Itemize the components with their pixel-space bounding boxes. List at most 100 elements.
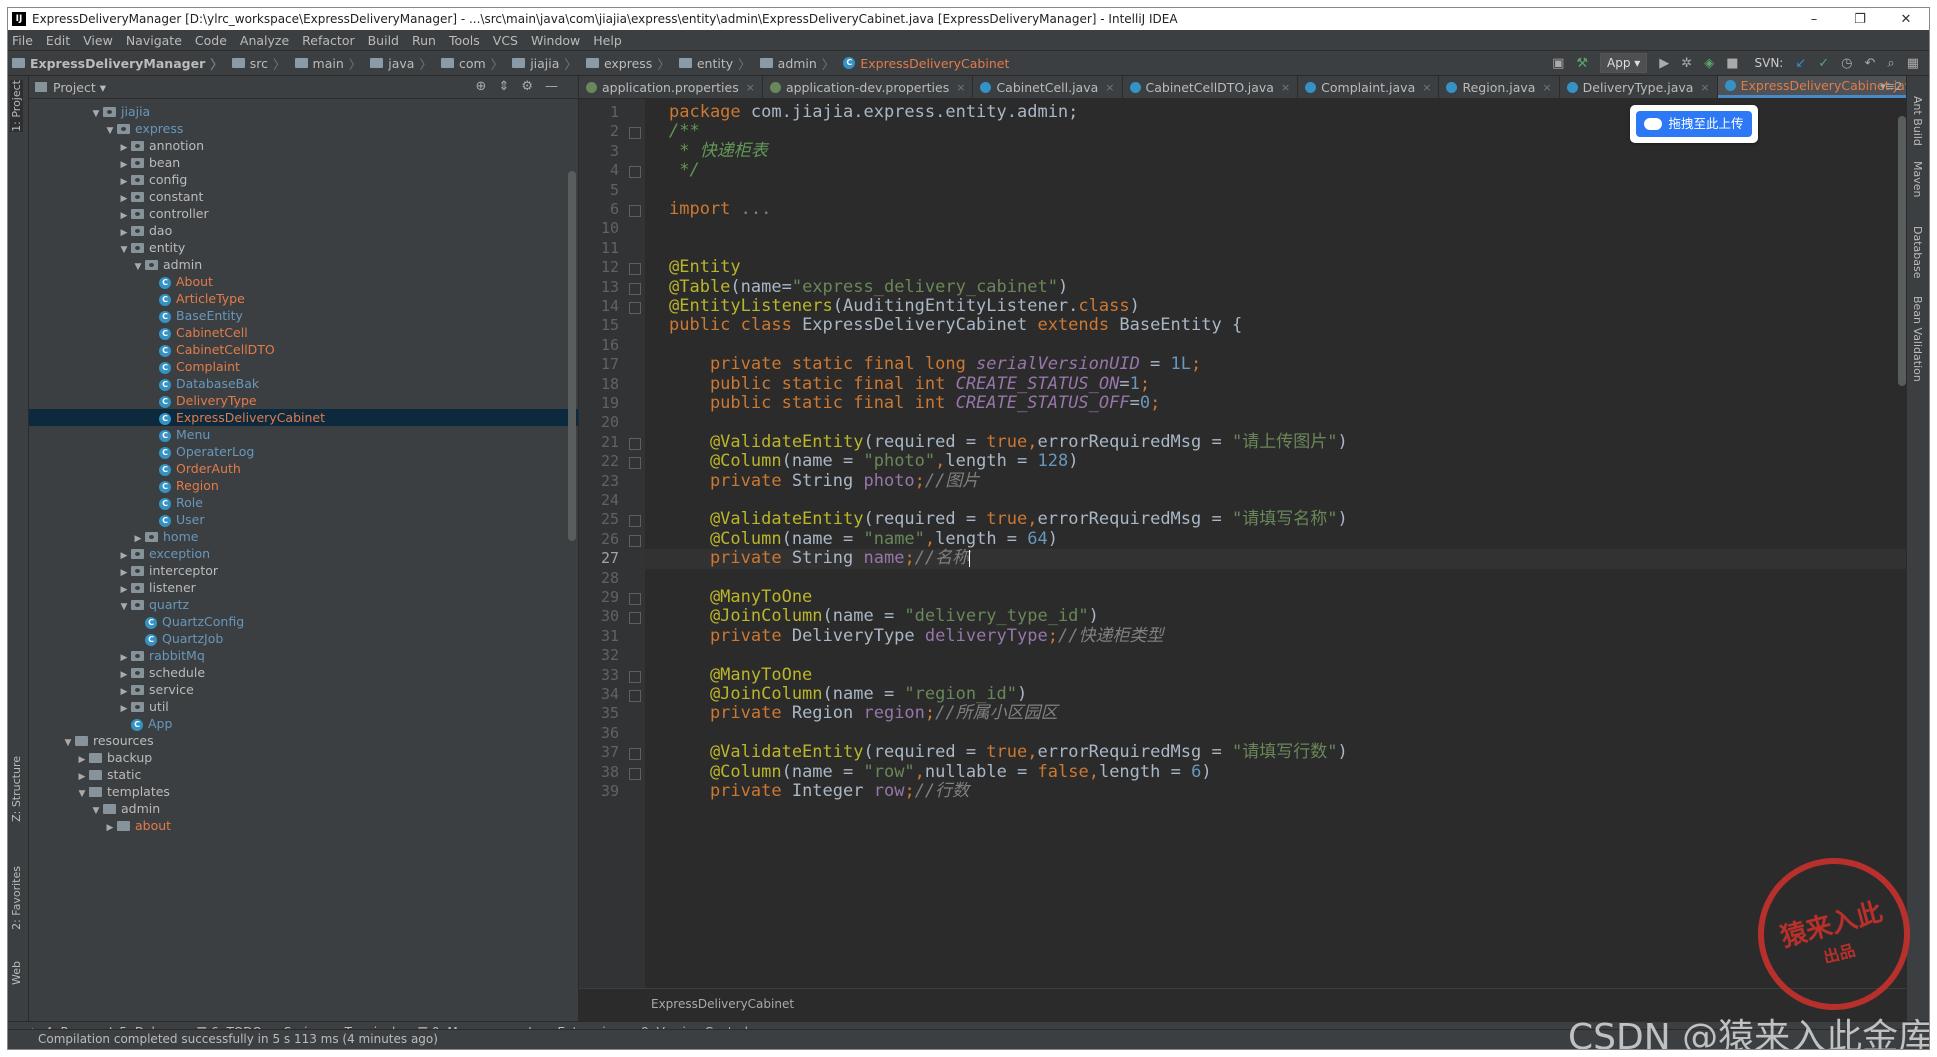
fold-marker-icon[interactable] bbox=[629, 612, 641, 625]
fold-marker-icon[interactable] bbox=[629, 282, 641, 295]
close-tab-icon[interactable]: × bbox=[956, 81, 965, 94]
tree-node[interactable]: C DeliveryType bbox=[29, 392, 578, 409]
menu-item-code[interactable]: Code bbox=[195, 33, 227, 48]
tree-node[interactable]: ▶ controller bbox=[29, 205, 578, 222]
revert-icon[interactable]: ↶ bbox=[1865, 56, 1876, 71]
bean-validation-tab[interactable]: Bean Validation bbox=[1911, 296, 1924, 382]
code-line[interactable]: private String photo;//图片 bbox=[669, 471, 979, 491]
tree-node[interactable]: C OrderAuth bbox=[29, 460, 578, 477]
menu-item-help[interactable]: Help bbox=[593, 33, 622, 48]
tree-node[interactable]: ▶ exception bbox=[29, 545, 578, 562]
tree-node[interactable]: C OperaterLog bbox=[29, 443, 578, 460]
menu-item-file[interactable]: File bbox=[12, 33, 33, 48]
menu-item-build[interactable]: Build bbox=[368, 33, 399, 48]
breadcrumb-item[interactable]: express 〉 bbox=[585, 54, 675, 73]
favorites-tool-tab[interactable]: 2: Favorites bbox=[10, 866, 23, 930]
fold-marker-icon[interactable] bbox=[629, 166, 641, 179]
tree-node[interactable]: ▼ express bbox=[29, 120, 578, 137]
code-line[interactable]: @JoinColumn(name = "region_id") bbox=[669, 684, 1027, 704]
tree-node[interactable]: C ArticleType bbox=[29, 290, 578, 307]
menu-item-vcs[interactable]: VCS bbox=[493, 33, 518, 48]
fold-marker-icon[interactable] bbox=[629, 515, 641, 528]
tree-node[interactable]: ▶ schedule bbox=[29, 664, 578, 681]
close-tab-icon[interactable]: × bbox=[1281, 81, 1290, 94]
menu-item-run[interactable]: Run bbox=[412, 33, 436, 48]
close-tab-icon[interactable]: × bbox=[746, 81, 755, 94]
run-config-select[interactable]: App ▾ bbox=[1600, 53, 1648, 73]
tree-node[interactable]: ▶ config bbox=[29, 171, 578, 188]
tree-node[interactable]: ▼ entity bbox=[29, 239, 578, 256]
project-tool-tab[interactable]: 1: Project bbox=[10, 80, 23, 132]
breadcrumb-item[interactable]: main 〉 bbox=[294, 54, 367, 73]
fold-marker-icon[interactable] bbox=[629, 748, 641, 761]
tree-node[interactable]: C About bbox=[29, 273, 578, 290]
chevron-right-icon[interactable]: ▶ bbox=[103, 820, 117, 837]
menu-item-navigate[interactable]: Navigate bbox=[126, 33, 182, 48]
code-line[interactable]: private DeliveryType deliveryType;//快递柜类… bbox=[669, 626, 1164, 646]
tree-node[interactable]: ▶ dao bbox=[29, 222, 578, 239]
minimize-button[interactable]: – bbox=[1791, 12, 1837, 27]
tree-node[interactable]: ▶ service bbox=[29, 681, 578, 698]
tree-node[interactable]: ▶ bean bbox=[29, 154, 578, 171]
code-line[interactable]: @JoinColumn(name = "delivery_type_id") bbox=[669, 607, 1099, 626]
close-tab-icon[interactable]: × bbox=[1105, 81, 1114, 94]
tree-node[interactable]: C CabinetCellDTO bbox=[29, 341, 578, 358]
project-structure-icon[interactable]: ▣ bbox=[1552, 56, 1564, 71]
code-line[interactable]: @EntityListeners(AuditingEntityListener.… bbox=[669, 296, 1140, 316]
fold-marker-icon[interactable] bbox=[629, 263, 641, 276]
code-line[interactable]: private String name;//名称 bbox=[669, 548, 971, 568]
maximize-button[interactable]: ❐ bbox=[1837, 12, 1883, 27]
editor-tab[interactable]: CabinetCellDTO.java × bbox=[1123, 76, 1299, 98]
editor-breadcrumb-class[interactable]: ExpressDeliveryCabinet bbox=[651, 997, 794, 1011]
tree-node[interactable]: C Role bbox=[29, 494, 578, 511]
code-line[interactable]: @ManyToOne bbox=[669, 587, 812, 607]
editor-tab[interactable]: application.properties × bbox=[579, 76, 763, 98]
project-view-selector[interactable]: Project ▾ bbox=[53, 80, 106, 95]
tree-node[interactable]: C Complaint bbox=[29, 358, 578, 375]
tree-node[interactable]: C BaseEntity bbox=[29, 307, 578, 324]
tree-node[interactable]: ▼ admin bbox=[29, 800, 578, 817]
fold-marker-icon[interactable] bbox=[629, 767, 641, 780]
svn-commit-icon[interactable]: ✓ bbox=[1818, 56, 1829, 71]
code-line[interactable]: @Table(name="express_delivery_cabinet") bbox=[669, 277, 1068, 297]
tree-node[interactable]: ▼ jiajia bbox=[29, 103, 578, 120]
code-line[interactable]: @ValidateEntity(required = true,errorReq… bbox=[669, 432, 1348, 452]
tree-node[interactable]: ▶ listener bbox=[29, 579, 578, 596]
code-line[interactable]: public static final int CREATE_STATUS_OF… bbox=[669, 393, 1160, 413]
tree-node[interactable]: ▶ about bbox=[29, 817, 578, 834]
fold-marker-icon[interactable] bbox=[629, 457, 641, 470]
tree-node[interactable]: C CabinetCell bbox=[29, 324, 578, 341]
structure-tool-tab[interactable]: Z: Structure bbox=[10, 756, 23, 822]
fold-marker-icon[interactable] bbox=[629, 534, 641, 547]
breadcrumb-item[interactable]: jiajia 〉 bbox=[512, 54, 582, 73]
code-line[interactable]: private Integer row;//行数 bbox=[669, 781, 969, 801]
code-line[interactable]: * 快递柜表 bbox=[669, 141, 767, 161]
tab-overflow-icon[interactable]: ▾≡2 bbox=[1880, 80, 1902, 93]
menu-item-view[interactable]: View bbox=[83, 33, 113, 48]
tree-node[interactable]: C App bbox=[29, 715, 578, 732]
code-line[interactable]: @Column(name = "photo",length = 128) bbox=[669, 451, 1079, 471]
tree-node[interactable]: ▶ interceptor bbox=[29, 562, 578, 579]
breadcrumb-item[interactable]: C ExpressDeliveryCabinet bbox=[843, 56, 1009, 71]
editor-scrollbar[interactable] bbox=[1898, 116, 1906, 386]
close-tab-icon[interactable]: × bbox=[1422, 81, 1431, 94]
tree-node[interactable]: ▼ admin bbox=[29, 256, 578, 273]
editor-tab[interactable]: application-dev.properties × bbox=[763, 76, 974, 98]
fold-marker-icon[interactable] bbox=[629, 437, 641, 450]
code-line[interactable]: /** bbox=[669, 122, 700, 141]
fold-marker-icon[interactable] bbox=[629, 593, 641, 605]
code-line[interactable]: import ... bbox=[669, 199, 771, 219]
tree-node[interactable]: C QuartzJob bbox=[29, 630, 578, 647]
tree-node[interactable]: C DatabaseBak bbox=[29, 375, 578, 392]
tree-node[interactable]: C QuartzConfig bbox=[29, 613, 578, 630]
tree-node[interactable]: ▶ rabbitMq bbox=[29, 647, 578, 664]
tree-node[interactable]: ▼ quartz bbox=[29, 596, 578, 613]
tree-node[interactable]: ▶ backup bbox=[29, 749, 578, 766]
debug-icon[interactable]: ✲ bbox=[1681, 56, 1692, 71]
fold-marker-icon[interactable] bbox=[629, 127, 641, 140]
close-tab-icon[interactable]: × bbox=[1700, 81, 1709, 94]
code-line[interactable]: @Entity bbox=[669, 257, 741, 277]
menu-item-window[interactable]: Window bbox=[531, 33, 580, 48]
tree-node[interactable]: ▶ static bbox=[29, 766, 578, 783]
code-line[interactable]: */ bbox=[669, 160, 699, 180]
